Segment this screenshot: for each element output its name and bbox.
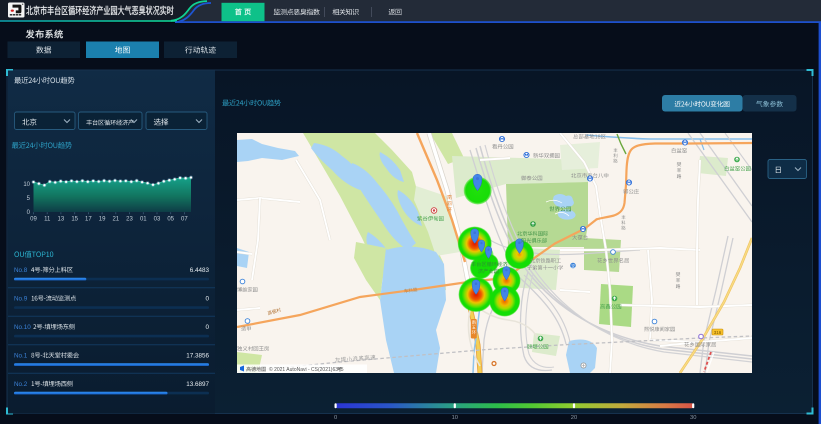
svg-text:13: 13 [58,217,65,223]
svg-text:17.3856: 17.3856 [186,353,209,360]
svg-text:No.10: No.10 [14,324,31,331]
svg-text:03: 03 [154,217,161,223]
svg-text:0: 0 [205,296,209,303]
svg-text:21: 21 [112,217,119,223]
svg-text:6.4483: 6.4483 [190,267,210,274]
svg-text:© 2021 AutoNavi - CS(2021)6375: © 2021 AutoNavi - CS(2021)6375 [269,366,344,373]
svg-text:0: 0 [205,324,209,331]
svg-text:0: 0 [334,415,337,421]
svg-text:No.2: No.2 [14,381,28,388]
svg-text:No.1: No.1 [14,353,28,360]
svg-text:20: 20 [571,415,577,421]
svg-text:No.9: No.9 [14,296,28,303]
svg-text:17: 17 [85,217,92,223]
svg-text:No.8: No.8 [14,267,28,274]
svg-text:316: 316 [714,330,722,335]
svg-text:23: 23 [126,217,133,223]
svg-text:19: 19 [99,217,106,223]
svg-text:30: 30 [690,415,696,421]
svg-text:10: 10 [23,182,30,188]
svg-text:11: 11 [44,217,51,223]
svg-text:15: 15 [71,217,78,223]
svg-text:05: 05 [167,217,174,223]
svg-text:13.6897: 13.6897 [186,381,209,388]
svg-text:09: 09 [30,217,37,223]
svg-text:07: 07 [181,217,188,223]
svg-text:01: 01 [140,217,147,223]
svg-text:10: 10 [452,415,458,421]
